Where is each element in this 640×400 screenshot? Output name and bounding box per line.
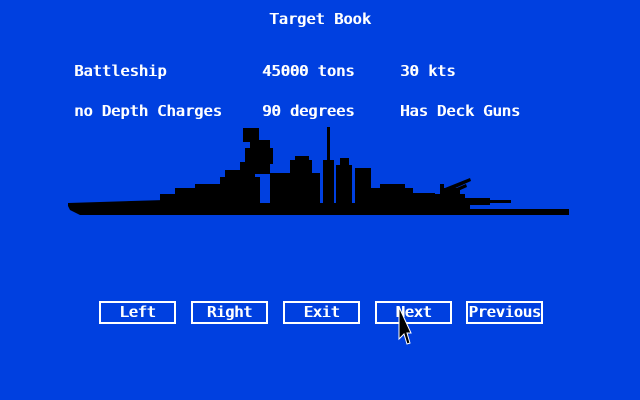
left-button[interactable]: Left xyxy=(99,301,176,324)
ship-tonnage: 45000 tons xyxy=(262,62,355,80)
next-button[interactable]: Next xyxy=(375,301,452,324)
target-book-screen: Target Book Battleship 45000 tons 30 kts… xyxy=(0,0,640,400)
arrow-pointer-icon xyxy=(398,306,412,345)
ship-depth-charges: no Depth Charges xyxy=(74,102,222,120)
ship-speed: 30 kts xyxy=(400,62,456,80)
ship-deck-guns: Has Deck Guns xyxy=(400,102,520,120)
page-title: Target Book xyxy=(269,10,371,28)
battleship-silhouette-image xyxy=(68,127,569,215)
previous-button[interactable]: Previous xyxy=(466,301,543,324)
right-button[interactable]: Right xyxy=(191,301,268,324)
exit-button[interactable]: Exit xyxy=(283,301,360,324)
ship-class: Battleship xyxy=(74,62,167,80)
ship-turn-rate: 90 degrees xyxy=(262,102,355,120)
